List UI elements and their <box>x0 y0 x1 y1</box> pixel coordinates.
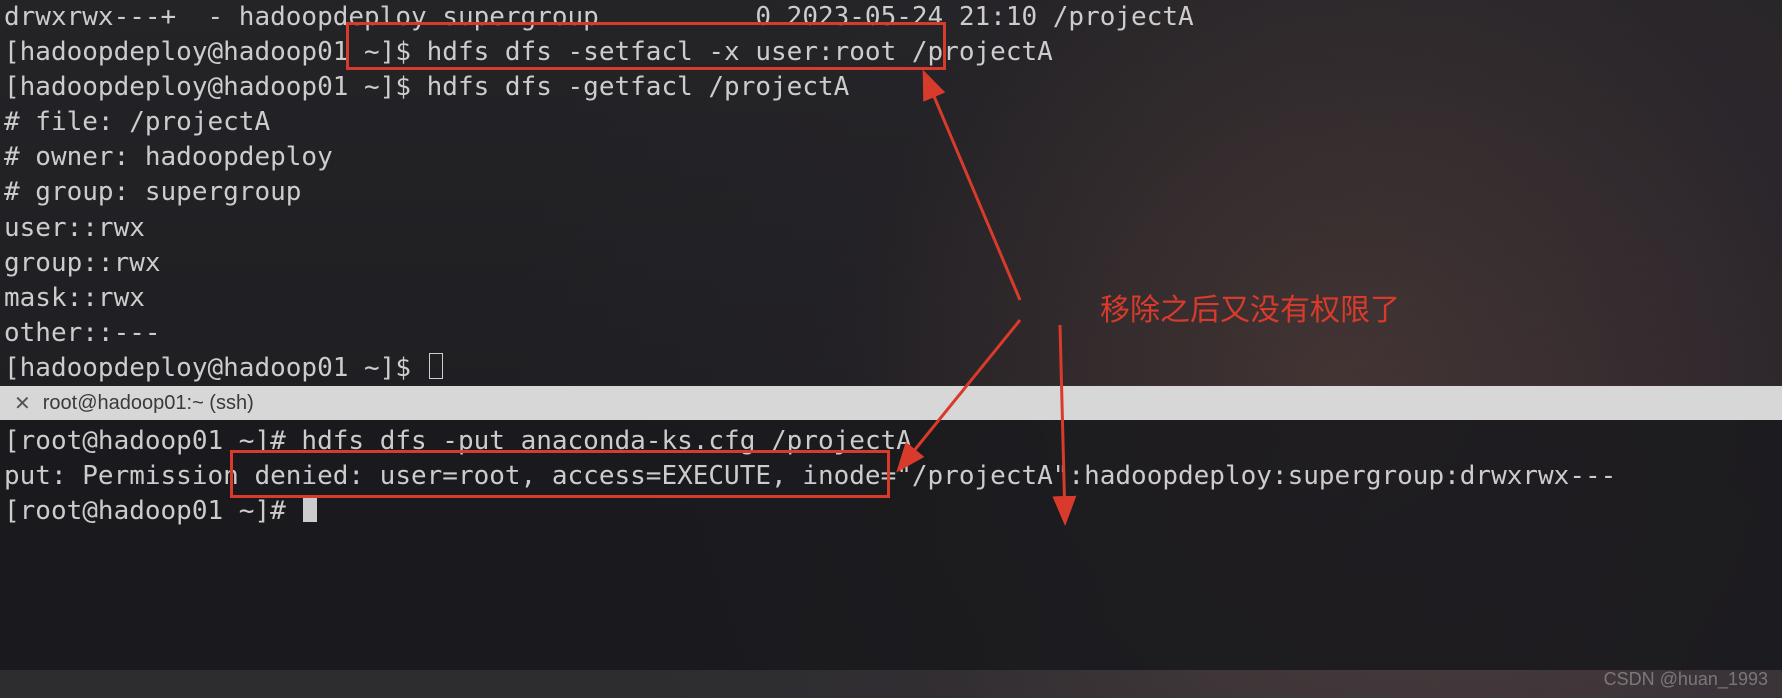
terminal-input-line[interactable]: [root@hadoop01 ~]# hdfs dfs -put anacond… <box>0 424 1782 459</box>
terminal-output-line: # group: supergroup <box>0 175 1782 210</box>
terminal-output-line: drwxrwx---+ - hadoopdeploy supergroup 0 … <box>0 0 1782 35</box>
terminal-output-line: # owner: hadoopdeploy <box>0 140 1782 175</box>
terminal-output-line: group::rwx <box>0 246 1782 281</box>
terminal-output-line: # file: /projectA <box>0 105 1782 140</box>
command-put: hdfs dfs -put anaconda-ks.cfg /projectA <box>301 426 911 456</box>
terminal-pane-top[interactable]: drwxrwx---+ - hadoopdeploy supergroup 0 … <box>0 0 1782 386</box>
command-setfacl: hdfs dfs -setfacl -x user:root /projectA <box>427 37 1053 67</box>
command-getfacl: hdfs dfs -getfacl /projectA <box>427 72 850 102</box>
terminal-input-line[interactable]: [hadoopdeploy@hadoop01 ~]$ <box>0 351 1782 386</box>
terminal-output-line: other::--- <box>0 316 1782 351</box>
terminal-output-line: mask::rwx <box>0 281 1782 316</box>
terminal-input-line[interactable]: [root@hadoop01 ~]# <box>0 494 1782 529</box>
tab-title[interactable]: root@hadoop01:~ (ssh) <box>41 392 254 415</box>
watermark: CSDN @huan_1993 <box>1604 669 1768 690</box>
prompt: [root@hadoop01 ~]# <box>4 496 301 526</box>
prompt: [hadoopdeploy@hadoop01 ~]$ <box>4 37 427 67</box>
terminal-output-line: user::rwx <box>0 211 1782 246</box>
terminal-pane-bottom[interactable]: [root@hadoop01 ~]# hdfs dfs -put anacond… <box>0 420 1782 670</box>
cursor-icon <box>303 496 317 522</box>
cursor-icon <box>429 353 443 379</box>
prompt: [root@hadoop01 ~]# <box>4 426 301 456</box>
tab-bar: ✕ root@hadoop01:~ (ssh) <box>0 386 1782 420</box>
annotation-text: 移除之后又没有权限了 <box>1100 285 1400 329</box>
terminal-input-line[interactable]: [hadoopdeploy@hadoop01 ~]$ hdfs dfs -set… <box>0 35 1782 70</box>
terminal-output-line: put: Permission denied: user=root, acces… <box>0 459 1782 494</box>
prompt: [hadoopdeploy@hadoop01 ~]$ <box>4 353 427 383</box>
terminal-input-line[interactable]: [hadoopdeploy@hadoop01 ~]$ hdfs dfs -get… <box>0 70 1782 105</box>
close-icon[interactable]: ✕ <box>0 391 41 416</box>
prompt: [hadoopdeploy@hadoop01 ~]$ <box>4 72 427 102</box>
